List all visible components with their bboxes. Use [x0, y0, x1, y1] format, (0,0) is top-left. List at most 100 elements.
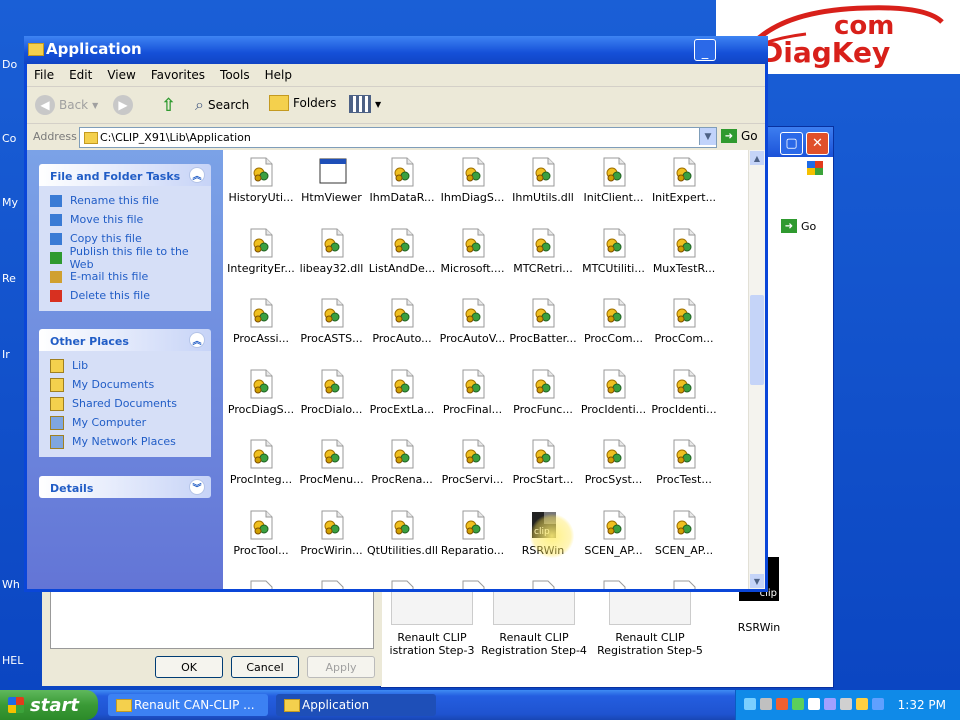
collapse-icon[interactable]: ︽ [189, 332, 205, 348]
file-item[interactable]: Microsoft.... [438, 224, 508, 286]
file-item[interactable]: libeay32.dll [297, 224, 367, 286]
file-item[interactable]: ProcTest... [649, 435, 719, 497]
desktop-icon-label[interactable]: My [2, 196, 18, 209]
file-item[interactable]: HistoryUti... [226, 153, 296, 215]
expand-icon[interactable]: ︾ [189, 479, 205, 495]
address-input[interactable]: C:\CLIP_X91\Lib\Application ▼ [79, 127, 717, 148]
file-item[interactable]: IhmUtils.dll [508, 153, 578, 215]
file-item[interactable]: MuxTestR... [649, 224, 719, 286]
window-titlebar[interactable]: Application _ [24, 36, 768, 64]
search-button[interactable]: ⌕ Search [195, 95, 249, 115]
file-item[interactable]: ProcASTS... [297, 294, 367, 356]
file-item[interactable]: ProcStart... [508, 435, 578, 497]
file-item[interactable] [508, 576, 578, 589]
file-item[interactable] [649, 576, 719, 589]
file-task-item[interactable]: Delete this file [39, 286, 211, 305]
thumb-step-3[interactable]: Renault CLIP istration Step-3 [379, 587, 485, 657]
tray-icon[interactable] [760, 698, 772, 710]
file-item[interactable]: InitExpert... [649, 153, 719, 215]
menu-favorites[interactable]: Favorites [144, 64, 213, 86]
other-place-item[interactable]: My Documents [39, 375, 211, 394]
start-button[interactable]: start [0, 690, 98, 720]
file-item[interactable] [297, 576, 367, 589]
file-item[interactable]: ProcBatter... [508, 294, 578, 356]
menu-view[interactable]: View [100, 64, 143, 86]
desktop-icon-label[interactable]: Co [2, 132, 16, 145]
forward-button[interactable]: ▶ [113, 95, 133, 115]
apply-button[interactable]: Apply [307, 656, 375, 678]
desktop-icon-label[interactable]: Ir [2, 348, 10, 361]
go-button[interactable]: ➜ Go [721, 129, 758, 143]
cancel-button[interactable]: Cancel [231, 656, 299, 678]
file-item[interactable] [438, 576, 508, 589]
file-item[interactable]: ProcDialo... [297, 365, 367, 427]
file-item[interactable]: InitClient... [579, 153, 649, 215]
file-item[interactable]: ProcInteg... [226, 435, 296, 497]
file-item[interactable]: SCEN_AP... [579, 506, 649, 568]
file-item[interactable]: ProcServi... [438, 435, 508, 497]
details-header[interactable]: Details ︾ [39, 476, 211, 498]
close-button[interactable]: ✕ [806, 132, 829, 155]
file-tasks-header[interactable]: File and Folder Tasks ︽ [39, 164, 211, 186]
vertical-scrollbar[interactable]: ▲ ▼ [748, 150, 765, 589]
file-item[interactable]: ProcCom... [649, 294, 719, 356]
background-go-button[interactable]: ➜ Go [781, 219, 816, 233]
file-task-item[interactable]: Move this file [39, 210, 211, 229]
tray-icon[interactable] [856, 698, 868, 710]
file-item[interactable]: ProcSyst... [579, 435, 649, 497]
menu-tools[interactable]: Tools [213, 64, 258, 86]
tray-icon[interactable] [744, 698, 756, 710]
file-item[interactable]: ProcIdenti... [649, 365, 719, 427]
menu-edit[interactable]: Edit [62, 64, 100, 86]
file-item[interactable]: ListAndDe... [367, 224, 437, 286]
back-button[interactable]: ◀ Back ▼ [35, 95, 98, 115]
ok-button[interactable]: OK [155, 656, 223, 678]
chevron-down-icon[interactable]: ▼ [699, 128, 716, 145]
file-item[interactable]: SCEN_AP... [649, 506, 719, 568]
file-item[interactable]: ProcWirin... [297, 506, 367, 568]
file-item[interactable]: ProcFinal... [438, 365, 508, 427]
other-places-header[interactable]: Other Places ︽ [39, 329, 211, 351]
file-item[interactable]: QtUtilities.dll [367, 506, 437, 568]
explorer-window[interactable]: Application _ File Edit View Favorites T… [24, 36, 768, 592]
tray-icon[interactable] [808, 698, 820, 710]
tray-icon[interactable] [872, 698, 884, 710]
desktop-icon-label[interactable]: Do [2, 58, 17, 71]
scroll-down-icon[interactable]: ▼ [750, 574, 764, 588]
tray-icon[interactable] [840, 698, 852, 710]
other-place-item[interactable]: Shared Documents [39, 394, 211, 413]
menu-file[interactable]: File [27, 64, 62, 86]
menu-help[interactable]: Help [258, 64, 300, 86]
file-item[interactable] [579, 576, 649, 589]
file-item[interactable]: ProcRena... [367, 435, 437, 497]
desktop-icon-label[interactable]: Wh [2, 578, 20, 591]
other-place-item[interactable]: My Computer [39, 413, 211, 432]
desktop-icon-label[interactable]: HEL [2, 654, 23, 667]
thumb-step-4[interactable]: Renault CLIP Registration Step-4 [481, 587, 587, 657]
other-place-item[interactable]: Lib [39, 356, 211, 375]
file-item[interactable]: ProcExtLa... [367, 365, 437, 427]
desktop-icon-label[interactable]: Re [2, 272, 16, 285]
thumb-step-5[interactable]: Renault CLIP Registration Step-5 [597, 587, 703, 657]
up-folder-button[interactable]: ⇧ [161, 95, 176, 116]
file-item[interactable]: IntegrityEr... [226, 224, 296, 286]
taskbar-item-renault[interactable]: Renault CAN-CLIP ... [108, 694, 268, 716]
file-item[interactable]: ProcIdenti... [579, 365, 649, 427]
tray-icon[interactable] [824, 698, 836, 710]
scrollbar-thumb[interactable] [750, 295, 764, 385]
minimize-button[interactable]: _ [694, 39, 716, 61]
file-item[interactable]: ProcFunc... [508, 365, 578, 427]
tray-icon[interactable] [792, 698, 804, 710]
file-task-item[interactable]: Publish this file to the Web [39, 245, 211, 271]
file-item[interactable]: HtmViewer [297, 153, 367, 215]
folders-button[interactable]: Folders [269, 95, 336, 111]
file-item[interactable]: IhmDiagS... [438, 153, 508, 215]
views-button[interactable]: ▼ [349, 95, 381, 113]
file-item[interactable]: ProcAutoV... [438, 294, 508, 356]
file-item[interactable] [226, 576, 296, 589]
file-task-item[interactable]: Rename this file [39, 191, 211, 210]
file-item[interactable]: MTCUtiliti... [579, 224, 649, 286]
file-item[interactable]: ProcCom... [579, 294, 649, 356]
file-item[interactable]: ProcAssi... [226, 294, 296, 356]
tray-icon[interactable] [776, 698, 788, 710]
